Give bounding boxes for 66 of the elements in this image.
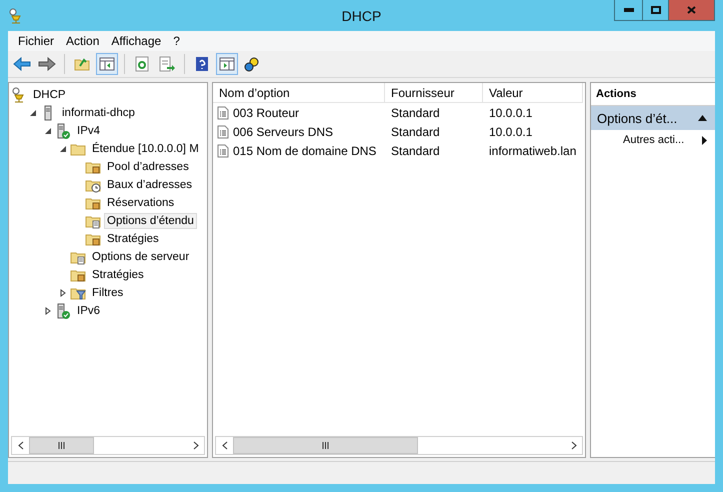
grip-icon xyxy=(58,442,66,449)
submenu-arrow-icon xyxy=(702,136,707,144)
table-cell: Standard xyxy=(391,144,440,158)
menu-item[interactable]: Action xyxy=(60,34,106,48)
chevron-right-icon xyxy=(192,441,198,450)
table-cell: 003 Routeur xyxy=(233,106,300,120)
close-button[interactable] xyxy=(668,0,715,21)
refresh-icon xyxy=(134,56,150,72)
tree-item[interactable]: Options de serveur xyxy=(89,249,192,265)
folder-icon xyxy=(74,56,90,72)
tree-item[interactable]: Options d’étendu xyxy=(104,213,197,229)
expand-icon[interactable] xyxy=(59,289,67,297)
table-cell: 10.0.0.1 xyxy=(489,106,532,120)
horizontal-scrollbar[interactable] xyxy=(215,436,583,455)
chevron-left-icon xyxy=(18,441,24,450)
document-icon xyxy=(217,144,229,158)
server-icon xyxy=(55,123,71,139)
tree-item[interactable]: DHCP xyxy=(30,87,69,103)
tree-item[interactable]: informati-dhcp xyxy=(59,105,138,121)
tree-item[interactable]: IPv4 xyxy=(74,123,104,139)
menu-item[interactable]: Fichier xyxy=(12,34,60,48)
help-icon xyxy=(195,56,209,72)
window-title: DHCP xyxy=(342,8,382,24)
menu-item[interactable]: ? xyxy=(167,34,186,48)
column-header[interactable]: Valeur xyxy=(483,83,583,103)
horizontal-scrollbar[interactable] xyxy=(11,436,205,455)
expand-icon[interactable] xyxy=(44,307,52,315)
chevron-right-icon xyxy=(570,441,576,450)
document-icon xyxy=(217,106,229,120)
tree-item[interactable]: Stratégies xyxy=(89,267,147,283)
table-cell: informatiweb.lan xyxy=(489,144,576,158)
table-cell: 006 Serveurs DNS xyxy=(233,124,334,138)
grip-icon xyxy=(322,442,329,449)
tree-item[interactable]: Réservations xyxy=(104,195,178,211)
more-actions-link[interactable]: Autres acti... xyxy=(591,130,715,150)
minimize-icon xyxy=(624,8,634,12)
table-cell: 10.0.0.1 xyxy=(489,124,532,138)
menu-item[interactable]: Affichage xyxy=(105,34,168,48)
collapse-icon[interactable] xyxy=(44,127,52,135)
table-cell: 015 Nom de domaine DNS xyxy=(233,144,376,158)
table-cell: Standard xyxy=(391,124,440,138)
action-pane-button[interactable] xyxy=(216,53,238,75)
minimize-button[interactable] xyxy=(614,0,643,21)
close-icon xyxy=(687,6,696,14)
tree-item[interactable]: Étendue [10.0.0.0] M xyxy=(89,141,202,157)
tree-item[interactable]: IPv6 xyxy=(74,303,104,319)
arrow-left-icon xyxy=(13,57,31,71)
export-icon xyxy=(159,56,175,72)
document-icon xyxy=(217,124,229,138)
panel-icon xyxy=(219,57,235,71)
collapse-icon[interactable] xyxy=(29,109,37,117)
actions-section[interactable]: Options d’ét... xyxy=(591,106,715,130)
tree-item[interactable]: Baux d’adresses xyxy=(104,177,196,193)
table-cell: Standard xyxy=(391,106,440,120)
panel-icon xyxy=(99,57,115,71)
arrow-right-icon xyxy=(38,57,56,71)
tree-item[interactable]: Filtres xyxy=(89,285,126,301)
collapse-icon[interactable] xyxy=(59,145,67,153)
tree-item[interactable]: Pool d’adresses xyxy=(104,159,192,175)
maximize-icon xyxy=(650,6,660,14)
column-header[interactable]: Fournisseur xyxy=(385,83,483,103)
server-icon xyxy=(55,303,71,319)
console-tree-button[interactable] xyxy=(96,53,118,75)
chevron-left-icon xyxy=(222,441,228,450)
column-header[interactable]: Nom d’option xyxy=(213,83,385,103)
tree-item[interactable]: Stratégies xyxy=(104,231,162,247)
